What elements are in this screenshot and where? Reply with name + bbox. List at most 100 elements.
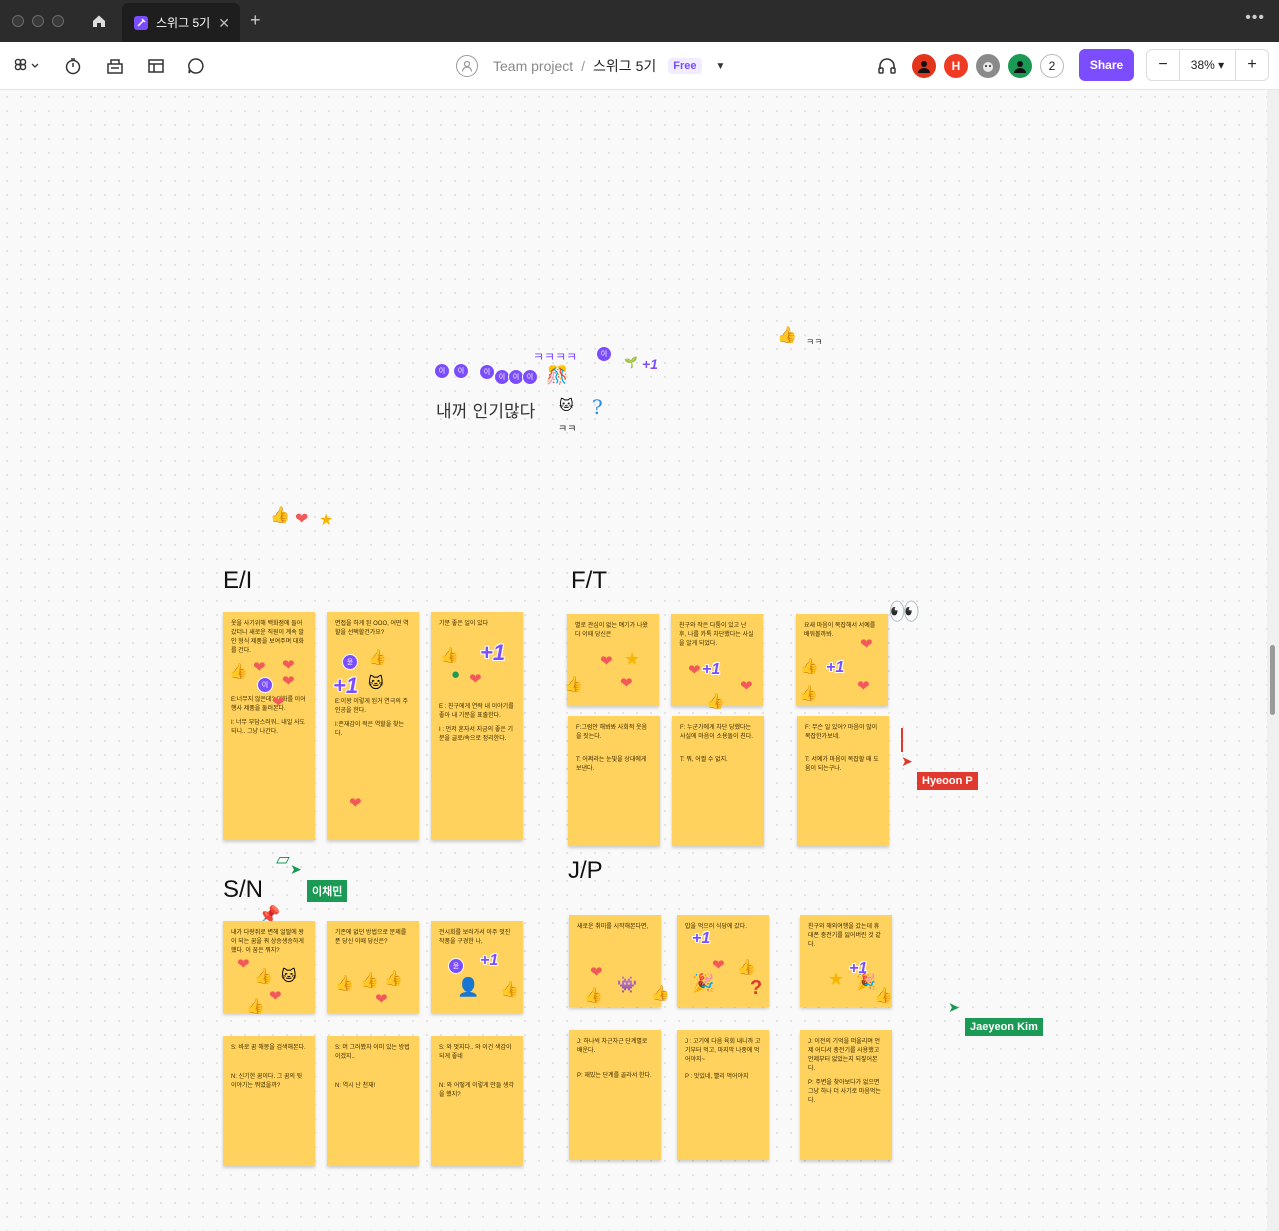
zoom-level[interactable]: 38% ▾: [1179, 50, 1236, 80]
avatar-sticker: 이: [522, 369, 538, 385]
laugh-scribble: ㅋㅋㅋㅋ: [533, 350, 578, 364]
cat-avatar-icon: 🐱: [368, 675, 384, 692]
note-text: 옷을 사기위해 백화점에 들어갔더니 새로운 직원이 계속 말인 형식 제품을 …: [231, 621, 304, 654]
note-text: P : 맛있네, 빨리 먹어야지: [685, 1074, 749, 1080]
section-title-sn: S/N: [223, 876, 264, 903]
avatar[interactable]: [976, 54, 1000, 78]
thumbs-up-icon: 👍: [335, 975, 354, 992]
question-scribble: ?: [592, 395, 603, 419]
sticky-note[interactable]: J: 하나씩 차근차근 단계별로 배운다. P: 재밌는 단계를 골라서 한다.: [569, 1030, 661, 1160]
note-text: F: 무슨 일 있어? 마음이 많이 복잡한가보네.: [805, 725, 878, 740]
resources-icon[interactable]: [103, 54, 127, 78]
note-text: T: 어쩌라는 눈빛을 상대에게 보낸다.: [576, 757, 647, 772]
sticky-note[interactable]: J: 이전의 기억을 떠올리며 언제 어디서 충전기를 사용했고 언제부터 없었…: [800, 1030, 892, 1160]
chevron-down-icon[interactable]: ▼: [716, 61, 726, 72]
note-text: N: 와 어떻게 이렇게 만들 생각을 했지?: [439, 1083, 515, 1098]
scrollbar-thumb[interactable]: [1270, 645, 1275, 715]
zoom-out-button[interactable]: −: [1147, 56, 1179, 74]
star-icon[interactable]: ★: [319, 513, 333, 529]
thumbs-up-icon: 👍: [360, 972, 379, 989]
note-text: T: 서예가 마음이 복잡할 때 도움이 되는구나.: [805, 757, 879, 772]
thumbs-up-icon: 👍: [584, 987, 603, 1004]
more-options-icon[interactable]: •••: [1245, 9, 1265, 27]
note-text: S: 바로 꿈 해몽을 검색해본다.: [231, 1045, 306, 1051]
thumbs-up-icon[interactable]: 👍: [270, 508, 290, 524]
note-text: P: 주변을 찾아보다가 없으면 그냥 하나 더 사기로 마음먹는다.: [808, 1080, 881, 1104]
thumbs-up-icon: 👍: [800, 658, 819, 675]
heart-icon: ❤: [282, 673, 295, 690]
star-icon: ★: [624, 649, 641, 669]
thumbs-up-icon: 👍: [254, 968, 273, 985]
heart-icon: ❤: [860, 636, 873, 653]
note-text: N: 신기한 꿈이다. 그 꿈의 뒷 이야기는 뭐였을까?: [231, 1074, 303, 1089]
main-menu-icon[interactable]: [10, 54, 44, 78]
sticky-note[interactable]: 옷을 사기위해 백화점에 들어갔더니 새로운 직원이 계속 말인 형식 제품을 …: [223, 612, 315, 840]
thumbs-up-icon: 👍: [246, 998, 265, 1015]
timer-icon[interactable]: [61, 54, 85, 78]
avatar[interactable]: [1008, 54, 1032, 78]
avatar[interactable]: H: [944, 54, 968, 78]
team-avatar-icon[interactable]: [456, 55, 478, 77]
text-caret: [901, 728, 903, 752]
heart-icon: ❤: [857, 678, 870, 695]
share-button[interactable]: Share: [1079, 49, 1134, 81]
heart-icon: ❤: [620, 675, 633, 692]
layout-icon[interactable]: [144, 54, 168, 78]
zoom-control: − 38% ▾ +: [1146, 49, 1269, 81]
sticky-note[interactable]: F: 무슨 일 있어? 마음이 많이 복잡한가보네. T: 서예가 마음이 복잡…: [797, 716, 889, 846]
sticky-note[interactable]: 면접을 하게 된 OOO, 어떤 역할을 선택할건가요? E:이왕 이렇게 된거…: [327, 612, 419, 840]
sticky-note[interactable]: J : 고기에 다음 육회 내니까 고기부터 먹고, 마지막 나중에 먹어야지~…: [677, 1030, 769, 1160]
laugh-scribble: ㅋㅋ: [558, 424, 577, 435]
file-name[interactable]: 스위그 5기: [593, 56, 656, 76]
heart-icon: ❤: [469, 671, 482, 688]
sticky-note[interactable]: F: 누군가에게 차단 당했다는 사실에 마음이 소용돌이 친다. T: 뭐, …: [672, 716, 764, 846]
note-text: 기분 좋은 일이 있다: [439, 621, 489, 627]
sticky-note[interactable]: 기존에 없던 방법으로 문제를 푼 당신 이때 당신은?: [327, 921, 419, 1013]
note-text: F:그럼안 해봐봐 사회적 웃음을 짓는다.: [576, 725, 648, 740]
zoom-in-button[interactable]: +: [1236, 56, 1268, 74]
heart-icon[interactable]: ❤: [295, 512, 308, 528]
sticky-note[interactable]: 새로운 취미를 시작해본다면,: [569, 915, 661, 1007]
cursor-label-hyeoon: Hyeoon P: [917, 772, 978, 790]
sticky-note[interactable]: 전시회를 보러가서 아주 멋진 작품을 구경한 나,: [431, 921, 523, 1013]
sticky-note[interactable]: S: 머 그러봤자 이미 있는 방법 이겠지.. N: 역시 난 천재!: [327, 1036, 419, 1166]
tab-title: 스위그 5기: [156, 16, 211, 30]
avatar-sticker: 이: [453, 363, 469, 379]
extra-users-count[interactable]: 2: [1040, 54, 1064, 78]
avatar[interactable]: [912, 54, 936, 78]
zoom-window-dot[interactable]: [52, 15, 64, 27]
note-text: F: 누군가에게 차단 당했다는 사실에 마음이 소용돌이 친다.: [680, 725, 753, 740]
eyes-sticker-icon: 👀: [888, 596, 921, 626]
thumbs-up-icon: 👍: [440, 647, 459, 664]
note-text: 친구와 작은 다툼이 있고 난 후, 나를 카톡 차단했다는 사실을 알게 되었…: [679, 623, 754, 647]
new-tab-button[interactable]: +: [250, 10, 261, 31]
note-text: E:이왕 이렇게 된거 연극의 주인공을 한다.: [335, 699, 409, 714]
thumbs-up-icon: 👍: [564, 676, 583, 693]
minimize-window-dot[interactable]: [32, 15, 44, 27]
cursor-arrow-icon: ➤: [901, 753, 913, 769]
thumbs-up-icon: 👍: [500, 981, 519, 998]
sticky-note[interactable]: S: 와 멋지다.. 와 이건 색감이 되게 좋네 N: 와 어떻게 이렇게 만…: [431, 1036, 523, 1166]
thumbs-up-icon: 👍: [777, 327, 797, 344]
party-sticker-icon: 🎉: [856, 974, 876, 991]
flag-sticker-icon: ▱: [276, 849, 290, 869]
whiteboard-canvas[interactable]: 이 이 이 이 이 이 이 ㅋㅋㅋㅋ 🎊 🌱 +1 내꺼 인기많다 🐱 ㅋㅋ ?…: [0, 90, 1267, 1231]
close-window-dot[interactable]: [12, 15, 24, 27]
confetti-sticker: 🎊: [546, 365, 569, 385]
comment-icon[interactable]: [184, 54, 208, 78]
note-text: 새로운 취미를 시작해본다면,: [577, 924, 649, 930]
headphones-icon[interactable]: [875, 54, 899, 78]
note-text: N: 역시 난 천재!: [335, 1083, 376, 1089]
home-icon[interactable]: [86, 8, 112, 34]
note-text: J : 고기에 다음 육회 내니까 고기부터 먹고, 마지막 나중에 먹어야지~: [685, 1039, 761, 1063]
note-text: 전시회를 보러가서 아주 멋진 작품을 구경한 나,: [439, 930, 511, 945]
section-title-jp: J/P: [568, 857, 603, 884]
character-sticker-icon: 👾: [617, 977, 637, 994]
project-link[interactable]: Team project: [493, 58, 573, 74]
close-icon[interactable]: ✕: [218, 15, 230, 32]
zoom-value: 38%: [1190, 58, 1215, 72]
tab-file[interactable]: 스위그 5기 ✕: [122, 3, 240, 42]
sticky-note[interactable]: S: 바로 꿈 해몽을 검색해본다. N: 신기한 꿈이다. 그 꿈의 뒷 이야…: [223, 1036, 315, 1166]
note-text: I: 너무 부담스러워.. 내일 사도 되니.. 그냥 나간다.: [231, 720, 306, 735]
sticky-note[interactable]: F:그럼안 해봐봐 사회적 웃음을 짓는다. T: 어쩌라는 눈빛을 상대에게 …: [568, 716, 660, 846]
